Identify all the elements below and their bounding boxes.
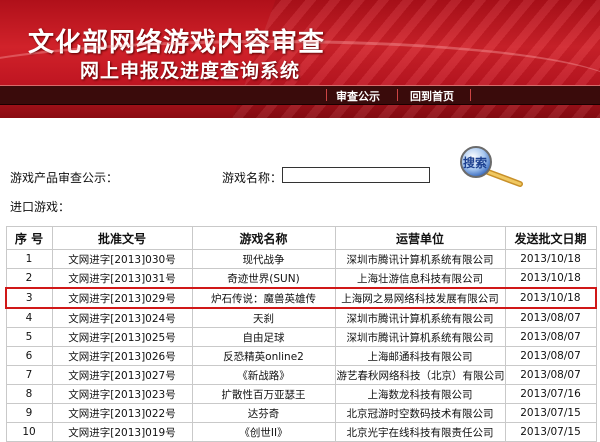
cell-operator: 游艺春秋网络科技（北京）有限公司 xyxy=(334,365,506,385)
cell-operator: 深圳市腾讯计算机系统有限公司 xyxy=(334,249,506,269)
cell-game-name: 扩散性百万亚瑟王 xyxy=(191,384,336,404)
cell-game-name: 奇迹世界(SUN) xyxy=(191,268,336,289)
cell-approval-no: 文网进字[2013]023号 xyxy=(51,384,193,404)
cell-date: 2013/07/16 xyxy=(504,384,597,404)
table-row[interactable]: 9 文网进字[2013]022号 达芬奇 北京冠游时空数码技术有限公司 2013/07/… xyxy=(5,403,597,423)
table-header-row: 序 号 批准文号 游戏名称 运营单位 发送批文日期 xyxy=(5,226,597,250)
cell-approval-no: 文网进字[2013]026号 xyxy=(51,346,193,366)
table-row[interactable]: 8 文网进字[2013]023号 扩散性百万亚瑟王 上海数龙科技有限公司 2013/07… xyxy=(5,384,597,404)
cell-approval-no: 文网进字[2013]025号 xyxy=(51,327,193,347)
cell-index: 3 xyxy=(5,287,53,309)
cell-approval-no: 文网进字[2013]019号 xyxy=(51,422,193,442)
cell-game-name: 反恐精英online2 xyxy=(191,346,336,366)
cell-index: 5 xyxy=(5,327,53,347)
col-header-approval-no: 批准文号 xyxy=(51,226,193,250)
header-banner: 文化部网络游戏内容审查 网上申报及进度查询系统 审查公示 回到首页 xyxy=(0,0,600,118)
col-header-operator: 运营单位 xyxy=(334,226,506,250)
table-row[interactable]: 7 文网进字[2013]027号 《新战路》 游艺春秋网络科技（北京）有限公司 2013… xyxy=(5,365,597,385)
game-name-input[interactable] xyxy=(282,167,430,183)
nav-home[interactable]: 回到首页 xyxy=(410,88,454,104)
cell-date: 2013/08/07 xyxy=(504,365,597,385)
table-row[interactable]: 4 文网进字[2013]024号 天刹 深圳市腾讯计算机系统有限公司 2013/08/0… xyxy=(5,307,597,328)
cell-index: 6 xyxy=(5,346,53,366)
cell-date: 2013/08/07 xyxy=(504,327,597,347)
cell-game-name: 炉石传说：魔兽英雄传 xyxy=(191,287,336,309)
cell-date: 2013/10/18 xyxy=(504,249,597,269)
import-games-label: 进口游戏： xyxy=(10,200,71,214)
cell-date: 2013/10/18 xyxy=(504,287,597,309)
game-name-label: 游戏名称： xyxy=(222,171,283,185)
nav-bar: 审查公示 回到首页 xyxy=(0,85,600,105)
table-row[interactable]: 2 文网进字[2013]031号 奇迹世界(SUN) 上海壮游信息科技有限公司 2013… xyxy=(5,268,597,289)
cell-game-name: 《创世II》 xyxy=(191,422,336,442)
cell-date: 2013/10/18 xyxy=(504,268,597,289)
cell-game-name: 自由足球 xyxy=(191,327,336,347)
cell-index: 4 xyxy=(5,307,53,328)
cell-index: 7 xyxy=(5,365,53,385)
table-row[interactable]: 1 文网进字[2013]030号 现代战争 深圳市腾讯计算机系统有限公司 2013/10… xyxy=(5,249,597,269)
cell-date: 2013/08/07 xyxy=(504,307,597,328)
cell-approval-no: 文网进字[2013]030号 xyxy=(51,249,193,269)
table-row[interactable]: 3 文网进字[2013]029号 炉石传说：魔兽英雄传 上海网之易网络科技发展有限公司… xyxy=(5,287,597,309)
cell-operator: 上海网之易网络科技发展有限公司 xyxy=(334,287,506,309)
cell-approval-no: 文网进字[2013]031号 xyxy=(51,268,193,289)
col-header-index: 序 号 xyxy=(5,226,53,250)
col-header-game-name: 游戏名称 xyxy=(191,226,336,250)
cell-operator: 上海邮通科技有限公司 xyxy=(334,346,506,366)
cell-game-name: 天刹 xyxy=(191,307,336,328)
nav-separator xyxy=(470,89,471,101)
cell-index: 10 xyxy=(5,422,53,442)
nav-review-notice[interactable]: 审查公示 xyxy=(336,88,380,104)
cell-operator: 深圳市腾讯计算机系统有限公司 xyxy=(334,307,506,328)
cell-approval-no: 文网进字[2013]029号 xyxy=(51,287,193,309)
review-notice-label: 游戏产品审查公示： xyxy=(10,171,119,185)
table-row[interactable]: 5 文网进字[2013]025号 自由足球 深圳市腾讯计算机系统有限公司 2013/08… xyxy=(5,327,597,347)
cell-operator: 上海数龙科技有限公司 xyxy=(334,384,506,404)
site-title: 文化部网络游戏内容审查 xyxy=(28,28,326,58)
cell-operator: 北京冠游时空数码技术有限公司 xyxy=(334,403,506,423)
cell-operator: 上海壮游信息科技有限公司 xyxy=(334,268,506,289)
cell-date: 2013/08/07 xyxy=(504,346,597,366)
cell-index: 2 xyxy=(5,268,53,289)
cell-operator: 深圳市腾讯计算机系统有限公司 xyxy=(334,327,506,347)
cell-game-name: 《新战路》 xyxy=(191,365,336,385)
search-button[interactable]: 搜索 xyxy=(458,146,528,190)
cell-game-name: 现代战争 xyxy=(191,249,336,269)
cell-approval-no: 文网进字[2013]027号 xyxy=(51,365,193,385)
cell-approval-no: 文网进字[2013]022号 xyxy=(51,403,193,423)
col-header-date: 发送批文日期 xyxy=(504,226,597,250)
nav-separator xyxy=(397,89,398,101)
table-row[interactable]: 10 文网进字[2013]019号 《创世II》 北京光宇在线科技有限责任公司 2013… xyxy=(5,422,597,442)
cell-operator: 北京光宇在线科技有限责任公司 xyxy=(334,422,506,442)
cell-index: 8 xyxy=(5,384,53,404)
cell-approval-no: 文网进字[2013]024号 xyxy=(51,307,193,328)
nav-separator xyxy=(326,89,327,101)
cell-date: 2013/07/15 xyxy=(504,403,597,423)
game-approval-table: 序 号 批准文号 游戏名称 运营单位 发送批文日期 1 文网进字[2013]030… xyxy=(5,226,597,442)
cell-date: 2013/07/15 xyxy=(504,422,597,442)
search-button-label: 搜索 xyxy=(463,156,488,170)
cell-index: 9 xyxy=(5,403,53,423)
cell-game-name: 达芬奇 xyxy=(191,403,336,423)
table-row[interactable]: 6 文网进字[2013]026号 反恐精英online2 上海邮通科技有限公司 2013… xyxy=(5,346,597,366)
cell-index: 1 xyxy=(5,249,53,269)
site-subtitle: 网上申报及进度查询系统 xyxy=(80,60,301,82)
